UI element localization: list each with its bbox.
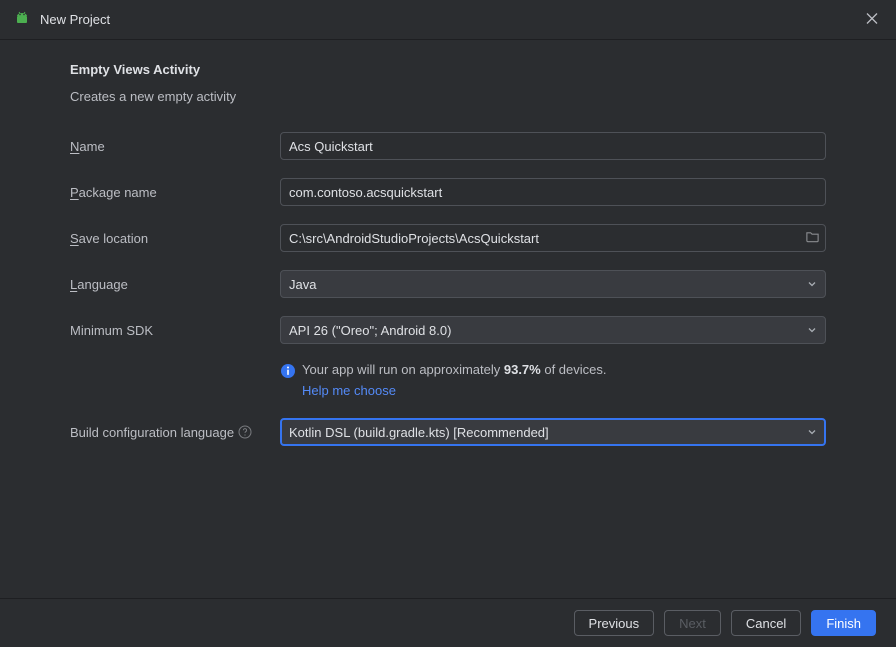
row-language: Language Java (70, 270, 826, 298)
cancel-button[interactable]: Cancel (731, 610, 801, 636)
help-me-choose-link[interactable]: Help me choose (302, 383, 396, 398)
next-button: Next (664, 610, 721, 636)
sdk-info-text: Your app will run on approximately 93.7%… (302, 362, 607, 377)
app-icon (14, 10, 30, 29)
build-config-select[interactable]: Kotlin DSL (build.gradle.kts) [Recommend… (280, 418, 826, 446)
titlebar: New Project (0, 0, 896, 40)
finish-button[interactable]: Finish (811, 610, 876, 636)
row-save-location: Save location (70, 224, 826, 252)
chevron-down-icon (807, 277, 817, 292)
dialog-content: Empty Views Activity Creates a new empty… (0, 40, 896, 446)
label-language: Language (70, 277, 280, 292)
label-build-config: Build configuration language (70, 425, 280, 440)
label-save-location: Save location (70, 231, 280, 246)
row-min-sdk: Minimum SDK API 26 ("Oreo"; Android 8.0) (70, 316, 826, 344)
row-name: Name (70, 132, 826, 160)
row-build-config: Build configuration language Kotlin DSL … (70, 418, 826, 446)
language-select[interactable]: Java (280, 270, 826, 298)
help-icon[interactable] (238, 425, 252, 439)
info-icon (280, 363, 296, 379)
dialog-footer: Previous Next Cancel Finish (0, 598, 896, 647)
sdk-info: Your app will run on approximately 93.7%… (280, 362, 826, 379)
min-sdk-select-value: API 26 ("Oreo"; Android 8.0) (289, 323, 451, 338)
label-name: Name (70, 139, 280, 154)
page-subheading: Creates a new empty activity (70, 89, 826, 104)
package-input[interactable] (280, 178, 826, 206)
build-config-select-value: Kotlin DSL (build.gradle.kts) [Recommend… (289, 425, 549, 440)
min-sdk-select[interactable]: API 26 ("Oreo"; Android 8.0) (280, 316, 826, 344)
browse-folder-icon[interactable] (805, 229, 820, 247)
previous-button[interactable]: Previous (574, 610, 655, 636)
chevron-down-icon (807, 425, 817, 440)
language-select-value: Java (289, 277, 316, 292)
save-location-input[interactable] (280, 224, 826, 252)
label-min-sdk: Minimum SDK (70, 323, 280, 338)
window-title: New Project (40, 12, 110, 27)
close-icon[interactable] (862, 8, 882, 31)
label-package: Package name (70, 185, 280, 200)
row-package: Package name (70, 178, 826, 206)
chevron-down-icon (807, 323, 817, 338)
page-heading: Empty Views Activity (70, 62, 826, 77)
name-input[interactable] (280, 132, 826, 160)
